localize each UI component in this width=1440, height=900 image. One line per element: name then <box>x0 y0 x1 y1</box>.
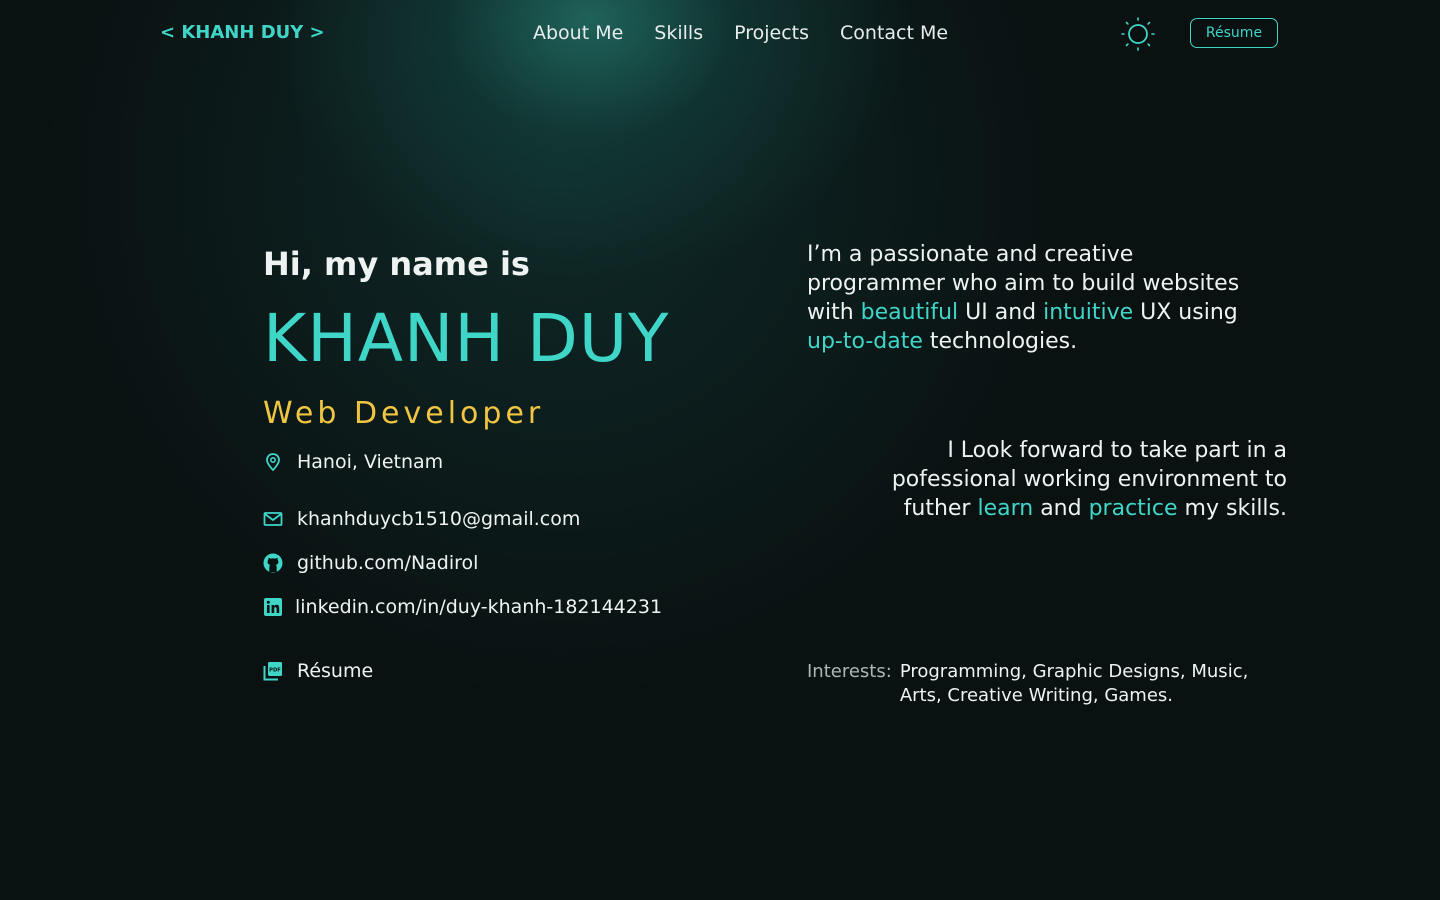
linkedin-text[interactable]: linkedin.com/in/duy-khanh-182144231 <box>295 596 662 618</box>
github-icon <box>263 553 283 573</box>
location-text: Hanoi, Vietnam <box>297 451 444 473</box>
interests: Interests: Programming, Graphic Designs,… <box>807 660 1260 708</box>
resume-link[interactable]: PDF Résume <box>263 660 373 682</box>
nav-about-me[interactable]: About Me <box>533 22 623 44</box>
about-text: UI and <box>958 300 1044 325</box>
github-text[interactable]: github.com/Nadirol <box>297 552 478 574</box>
about-text: my skills. <box>1177 496 1287 521</box>
linkedin-icon <box>263 597 283 617</box>
resume-link-text[interactable]: Résume <box>297 660 373 682</box>
interests-label: Interests: <box>807 661 892 682</box>
highlight-intuitive: intuitive <box>1043 300 1134 325</box>
sun-icon[interactable] <box>1121 17 1155 51</box>
pdf-icon: PDF <box>263 661 283 681</box>
about-paragraph-2: I Look forward to take part in a pofessi… <box>860 436 1287 523</box>
about-text: UX using <box>1133 300 1238 325</box>
highlight-learn: learn <box>977 496 1034 521</box>
highlight-beautiful: beautiful <box>860 300 959 325</box>
resume-button[interactable]: Résume <box>1190 18 1278 48</box>
github-link[interactable]: github.com/Nadirol <box>263 552 478 574</box>
location-pin-icon <box>263 452 283 472</box>
about-text: and <box>1033 496 1089 521</box>
email-text[interactable]: khanhduycb1510@gmail.com <box>297 508 580 530</box>
greeting: Hi, my name is <box>263 245 530 283</box>
site-logo[interactable]: < KHANH DUY > <box>160 22 325 43</box>
highlight-practice: practice <box>1088 496 1178 521</box>
nav-contact-me[interactable]: Contact Me <box>840 22 948 44</box>
hero-name: KHANH DUY <box>263 300 670 377</box>
nav-projects[interactable]: Projects <box>734 22 809 44</box>
linkedin-link[interactable]: linkedin.com/in/duy-khanh-182144231 <box>263 596 662 618</box>
about-paragraph-1: I’m a passionate and creative programmer… <box>807 240 1257 356</box>
mail-icon <box>263 509 283 529</box>
highlight-up-to-date: up-to-date <box>807 329 923 354</box>
about-text: technologies. <box>922 329 1078 354</box>
job-title: Web Developer <box>263 396 545 431</box>
nav-skills[interactable]: Skills <box>654 22 703 44</box>
interests-list: Programming, Graphic Designs, Music, Art… <box>899 661 1249 706</box>
main-nav: About Me Skills Projects Contact Me <box>533 22 948 44</box>
svg-text:PDF: PDF <box>269 668 281 674</box>
email-link[interactable]: khanhduycb1510@gmail.com <box>263 508 580 530</box>
location-row: Hanoi, Vietnam <box>263 451 443 473</box>
